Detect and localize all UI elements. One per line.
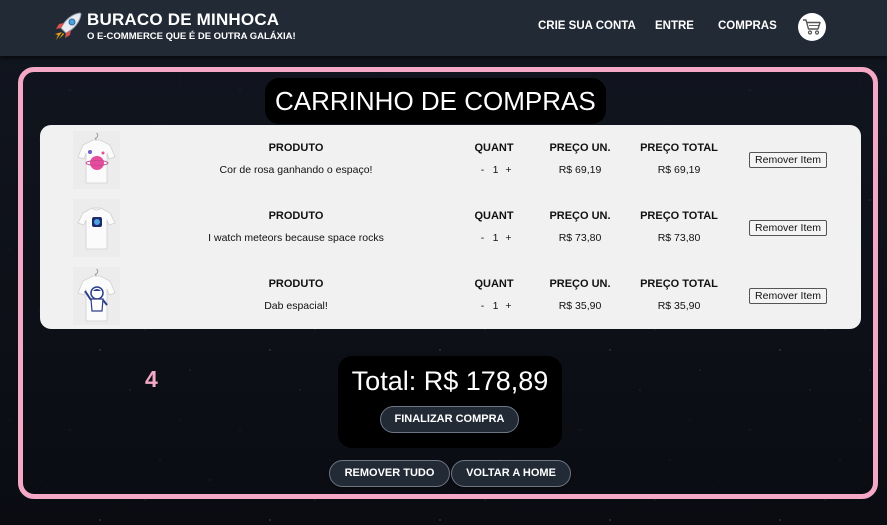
unit-price-header: PREÇO UN. xyxy=(549,142,611,154)
rocket-icon[interactable] xyxy=(50,10,86,44)
top-navbar: BURACO DE MINHOCA O E-COMMERCE QUE É DE … xyxy=(0,0,887,56)
total-price-header: PREÇO TOTAL xyxy=(640,278,718,290)
nav-login-link[interactable]: ENTRE xyxy=(655,20,694,32)
back-home-button[interactable]: VOLTAR A HOME xyxy=(451,460,571,487)
tshirt-dab-astronaut-image xyxy=(73,267,120,325)
decrement-button[interactable]: - xyxy=(476,300,489,312)
increment-button[interactable]: + xyxy=(502,300,515,312)
cart-row: PRODUTO Dab espacial! QUANT -1 + PREÇO UN… xyxy=(40,261,861,329)
increment-button[interactable]: + xyxy=(502,164,515,176)
cart-item-count: 4 xyxy=(145,366,158,392)
remove-all-button[interactable]: REMOVER TUDO xyxy=(329,460,450,487)
unit-price-header: PREÇO UN. xyxy=(549,278,611,290)
quantity-stepper: -1 + xyxy=(476,300,515,312)
remove-item-button[interactable]: Remover Item xyxy=(749,152,827,168)
total-price-value: R$ 73,80 xyxy=(657,232,701,244)
quantity-value: 1 xyxy=(492,300,499,312)
shopping-cart-icon xyxy=(803,19,821,35)
cart-row: PRODUTO I watch meteors because space ro… xyxy=(40,193,861,261)
decrement-button[interactable]: - xyxy=(476,232,489,244)
quantity-header: QUANT xyxy=(474,278,514,290)
checkout-button[interactable]: FINALIZAR COMPRA xyxy=(380,406,519,433)
total-panel: Total: R$ 178,89 xyxy=(338,356,562,448)
tshirt-pink-planet-image xyxy=(73,131,120,189)
nav-purchases-link[interactable]: COMPRAS xyxy=(718,20,777,32)
cart-items-table: PRODUTO Cor de rosa ganhando o espaço! Q… xyxy=(40,125,861,329)
tshirt-astronaut-image xyxy=(73,199,120,257)
decrement-button[interactable]: - xyxy=(476,164,489,176)
quantity-stepper: -1 + xyxy=(476,232,515,244)
page-title: CARRINHO DE COMPRAS xyxy=(265,78,606,124)
cart-button[interactable] xyxy=(798,13,826,41)
unit-price-value: R$ 69,19 xyxy=(558,164,602,176)
quantity-header: QUANT xyxy=(474,210,514,222)
total-price-header: PREÇO TOTAL xyxy=(640,142,718,154)
remove-item-button[interactable]: Remover Item xyxy=(749,220,827,236)
brand-subtitle: O E-COMMERCE QUE É DE OUTRA GALÁXIA! xyxy=(87,31,296,42)
unit-price-value: R$ 35,90 xyxy=(558,300,602,312)
brand-title[interactable]: BURACO DE MINHOCA xyxy=(87,10,279,30)
unit-price-value: R$ 73,80 xyxy=(558,232,602,244)
total-price-header: PREÇO TOTAL xyxy=(640,210,718,222)
remove-item-button[interactable]: Remover Item xyxy=(749,288,827,304)
unit-price-header: PREÇO UN. xyxy=(549,210,611,222)
quantity-value: 1 xyxy=(492,232,499,244)
total-price-value: R$ 69,19 xyxy=(657,164,701,176)
quantity-stepper: -1 + xyxy=(476,164,515,176)
nav-create-account-link[interactable]: CRIE SUA CONTA xyxy=(538,20,636,32)
total-price-value: R$ 35,90 xyxy=(657,300,701,312)
cart-row: PRODUTO Cor de rosa ganhando o espaço! Q… xyxy=(40,125,861,193)
quantity-value: 1 xyxy=(492,164,499,176)
cart-total: Total: R$ 178,89 xyxy=(351,366,549,396)
quantity-header: QUANT xyxy=(474,142,514,154)
increment-button[interactable]: + xyxy=(502,232,515,244)
